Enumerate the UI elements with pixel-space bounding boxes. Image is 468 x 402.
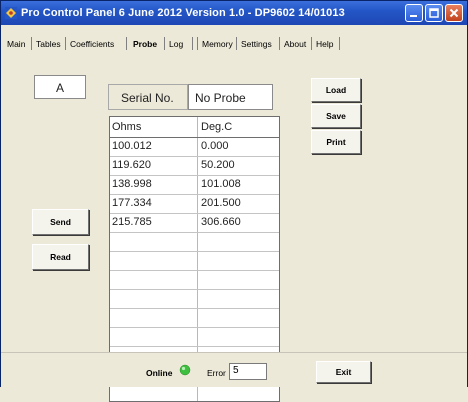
- tab-log[interactable]: Log: [169, 39, 183, 49]
- table-row-line: [110, 194, 279, 195]
- table-row-line: [110, 175, 279, 176]
- exit-button[interactable]: Exit: [316, 361, 371, 383]
- tab-about[interactable]: About: [284, 39, 306, 49]
- window-title: Pro Control Panel 6 June 2012 Version 1.…: [21, 7, 345, 19]
- tab-probe[interactable]: Probe: [133, 39, 157, 49]
- tab-memory[interactable]: Memory: [202, 39, 233, 49]
- maximize-icon: [429, 8, 439, 18]
- error-label: Error: [207, 368, 226, 378]
- tab-divider: [279, 37, 280, 50]
- error-count-value: 5: [233, 365, 239, 376]
- print-button[interactable]: Print: [311, 130, 361, 154]
- table-row-line: [110, 213, 279, 214]
- menu-tab-bar: Main Tables Coefficients Probe Log Memor…: [1, 25, 467, 61]
- tab-divider: [126, 37, 127, 50]
- tab-divider: [236, 37, 237, 50]
- channel-label: A: [55, 81, 64, 95]
- table-cell-degc[interactable]: 306.660: [201, 216, 241, 228]
- serial-number-value: No Probe: [195, 91, 246, 105]
- table-header-divider: [110, 137, 279, 138]
- tab-settings[interactable]: Settings: [241, 39, 272, 49]
- load-button[interactable]: Load: [311, 78, 361, 102]
- tab-divider: [197, 37, 198, 50]
- minimize-button[interactable]: [405, 4, 423, 22]
- maximize-button[interactable]: [425, 4, 443, 22]
- serial-number-label: Serial No.: [121, 91, 174, 105]
- table-cell-degc[interactable]: 0.000: [201, 140, 229, 152]
- online-label: Online: [146, 368, 173, 378]
- table-cell-ohms[interactable]: 138.998: [112, 178, 152, 190]
- status-bar: Online Error 5 Exit: [1, 352, 467, 387]
- channel-box: A: [34, 75, 86, 99]
- table-cell-ohms[interactable]: 215.785: [112, 216, 152, 228]
- table-header-degc: Deg.C: [201, 121, 233, 133]
- tab-help[interactable]: Help: [316, 39, 333, 49]
- table-row-line: [110, 232, 279, 233]
- table-row-line: [110, 156, 279, 157]
- app-icon: [5, 7, 17, 19]
- close-icon: [449, 8, 459, 18]
- online-indicator-icon: [179, 364, 191, 376]
- table-cell-degc[interactable]: 101.008: [201, 178, 241, 190]
- tab-divider: [311, 37, 312, 50]
- save-button[interactable]: Save: [311, 104, 361, 128]
- probe-panel: A Serial No. No Probe Load Save Print Se…: [6, 61, 460, 402]
- close-button[interactable]: [445, 4, 463, 22]
- tab-main[interactable]: Main: [7, 39, 25, 49]
- table-row-line: [110, 270, 279, 271]
- error-count-field[interactable]: 5: [229, 363, 267, 380]
- serial-number-field[interactable]: No Probe: [188, 84, 273, 110]
- tab-divider: [192, 37, 193, 50]
- read-button[interactable]: Read: [32, 244, 89, 270]
- tab-divider: [164, 37, 165, 50]
- table-row-line: [110, 308, 279, 309]
- table-row-line: [110, 327, 279, 328]
- table-cell-degc[interactable]: 50.200: [201, 159, 235, 171]
- table-header-ohms: Ohms: [112, 121, 142, 133]
- title-bar[interactable]: Pro Control Panel 6 June 2012 Version 1.…: [1, 1, 467, 25]
- tab-divider: [31, 37, 32, 50]
- table-cell-degc[interactable]: 201.500: [201, 197, 241, 209]
- table-cell-ohms[interactable]: 177.334: [112, 197, 152, 209]
- minimize-icon: [410, 15, 417, 17]
- table-row-line: [110, 289, 279, 290]
- tab-divider: [339, 37, 340, 50]
- serial-label-box: Serial No.: [108, 84, 188, 110]
- tab-coefficients[interactable]: Coefficients: [70, 39, 114, 49]
- tab-divider: [65, 37, 66, 50]
- send-button[interactable]: Send: [32, 209, 89, 235]
- table-cell-ohms[interactable]: 119.620: [112, 159, 151, 171]
- table-cell-ohms[interactable]: 100.012: [112, 140, 152, 152]
- tab-tables[interactable]: Tables: [36, 39, 61, 49]
- app-window: Pro Control Panel 6 June 2012 Version 1.…: [0, 0, 468, 402]
- table-row-line: [110, 251, 279, 252]
- table-row-line: [110, 346, 279, 347]
